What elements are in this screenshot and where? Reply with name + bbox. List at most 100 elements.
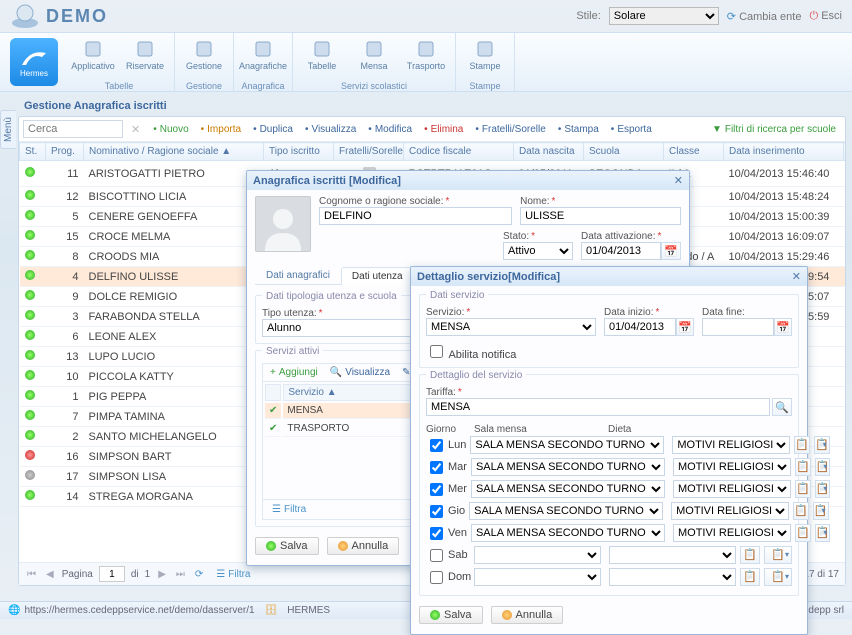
- copy-row-split-icon[interactable]: 📋: [815, 480, 831, 498]
- copy-row-split-icon[interactable]: 📋: [764, 568, 792, 586]
- col-header[interactable]: [844, 143, 846, 161]
- sala-select[interactable]: [474, 568, 601, 586]
- tariffa-lookup-icon[interactable]: 🔍: [772, 398, 792, 416]
- dieta-select[interactable]: [609, 546, 736, 564]
- copy-row-icon[interactable]: 📋: [740, 546, 760, 564]
- copy-row-icon[interactable]: 📋: [795, 524, 811, 542]
- hermes-tile[interactable]: Hermes: [10, 38, 58, 86]
- sala-select[interactable]: SALA MENSA SECONDO TURNO: [470, 436, 664, 454]
- col-header[interactable]: Tipo iscritto: [264, 143, 334, 161]
- col-header[interactable]: Classe: [664, 143, 724, 161]
- day-check[interactable]: [430, 571, 443, 584]
- ribbon-btn-mensa[interactable]: Mensa: [351, 35, 397, 71]
- sala-select[interactable]: [474, 546, 601, 564]
- sala-select[interactable]: SALA MENSA SECONDO TURNO: [471, 480, 665, 498]
- toolbar-duplica[interactable]: • Duplica: [248, 123, 298, 136]
- search-clear-icon[interactable]: ✕: [131, 123, 140, 136]
- dieta-select[interactable]: [609, 568, 736, 586]
- toolbar-nuovo[interactable]: • Nuovo: [148, 123, 193, 136]
- copy-row-icon[interactable]: 📋: [793, 502, 809, 520]
- dieta-select[interactable]: MOTIVI RELIGIOSI: [673, 458, 791, 476]
- ribbon-btn-riservate[interactable]: Riservate: [122, 35, 168, 71]
- day-check[interactable]: [430, 483, 443, 496]
- toolbar-fratelli/sorelle[interactable]: • Fratelli/Sorelle: [470, 123, 550, 136]
- copy-row-icon[interactable]: 📋: [795, 458, 811, 476]
- cognome-input[interactable]: [319, 207, 512, 225]
- pager-prev[interactable]: ◀: [44, 569, 56, 580]
- ribbon-btn-stampe[interactable]: Stampe: [462, 35, 508, 71]
- cal-icon-2[interactable]: 📅: [774, 318, 792, 336]
- exit-link[interactable]: ⏻ Esci: [809, 10, 842, 23]
- ribbon-btn-trasporto[interactable]: Trasporto: [403, 35, 449, 71]
- dieta-select[interactable]: MOTIVI RELIGIOSI: [671, 502, 789, 520]
- nome-input[interactable]: [520, 207, 681, 225]
- popup-a-cancel-btn[interactable]: Annulla: [327, 537, 400, 555]
- popup-b-cancel-btn[interactable]: Annulla: [491, 606, 564, 624]
- ribbon-btn-applicativo[interactable]: Applicativo: [70, 35, 116, 71]
- svc-filter-btn[interactable]: ☰ Filtra: [267, 503, 311, 516]
- servizio-select[interactable]: MENSA: [426, 318, 596, 336]
- pager-page-input[interactable]: [99, 566, 125, 582]
- data-att-input[interactable]: [581, 242, 661, 260]
- col-header[interactable]: Nominativo / Ragione sociale ▲: [84, 143, 264, 161]
- toolbar-esporta[interactable]: • Esporta: [606, 123, 657, 136]
- popup-a-close[interactable]: ✕: [674, 174, 683, 187]
- dieta-select[interactable]: MOTIVI RELIGIOSI: [672, 436, 790, 454]
- popup-b-save-btn[interactable]: Salva: [419, 606, 483, 624]
- data-fine-input[interactable]: [702, 318, 774, 336]
- copy-row-split-icon[interactable]: 📋: [815, 524, 831, 542]
- style-select[interactable]: Solare: [609, 7, 719, 25]
- tab-dati-anagrafici[interactable]: Dati anagrafici: [255, 266, 341, 284]
- ribbon-btn-tabelle[interactable]: Tabelle: [299, 35, 345, 71]
- copy-row-split-icon[interactable]: 📋: [814, 436, 830, 454]
- pager-refresh[interactable]: ⟳: [193, 569, 205, 580]
- pager-last[interactable]: ⏭: [174, 569, 187, 580]
- dieta-select[interactable]: MOTIVI RELIGIOSI: [673, 480, 791, 498]
- pager-filter-btn[interactable]: ☰ Filtra: [211, 568, 255, 581]
- svc-add-btn[interactable]: + Aggiungi: [265, 366, 323, 379]
- copy-row-icon[interactable]: 📋: [795, 480, 811, 498]
- day-check[interactable]: [430, 549, 443, 562]
- col-header[interactable]: Fratelli/Sorelle: [334, 143, 404, 161]
- day-check[interactable]: [430, 505, 443, 518]
- sala-select[interactable]: SALA MENSA SECONDO TURNO: [471, 524, 665, 542]
- tab-dati-utenza[interactable]: Dati utenza: [341, 267, 414, 285]
- date-picker-icon[interactable]: 📅: [661, 242, 681, 260]
- change-ente-link[interactable]: ⟳ Cambia ente: [727, 10, 802, 23]
- copy-row-icon[interactable]: 📋: [740, 568, 760, 586]
- filter-schools-btn[interactable]: ▼ Filtri di ricerca per scuole: [707, 123, 841, 136]
- pager-next[interactable]: ▶: [156, 569, 168, 580]
- data-inizio-input[interactable]: [604, 318, 676, 336]
- copy-row-icon[interactable]: 📋: [794, 436, 810, 454]
- abilita-notifica-check[interactable]: Abilita notifica: [426, 349, 516, 361]
- search-input[interactable]: [23, 120, 123, 138]
- tariffa-input[interactable]: [426, 398, 770, 416]
- col-header[interactable]: Prog.: [46, 143, 84, 161]
- col-header[interactable]: Codice fiscale: [404, 143, 514, 161]
- copy-row-split-icon[interactable]: 📋: [815, 458, 831, 476]
- toolbar-stampa[interactable]: • Stampa: [553, 123, 604, 136]
- day-check[interactable]: [430, 527, 443, 540]
- day-check[interactable]: [430, 461, 443, 474]
- toolbar-elimina[interactable]: • Elimina: [419, 123, 468, 136]
- sala-select[interactable]: SALA MENSA SECONDO TURNO: [471, 458, 665, 476]
- popup-a-save-btn[interactable]: Salva: [255, 537, 319, 555]
- toolbar-visualizza[interactable]: • Visualizza: [300, 123, 361, 136]
- col-header[interactable]: Scuola: [584, 143, 664, 161]
- ribbon-btn-anagrafiche[interactable]: Anagrafiche: [240, 35, 286, 71]
- pager-first[interactable]: ⏮: [25, 569, 38, 580]
- day-check[interactable]: [430, 439, 443, 452]
- stato-select[interactable]: Attivo: [503, 242, 573, 260]
- sala-select[interactable]: SALA MENSA SECONDO TURNO: [469, 502, 663, 520]
- copy-row-split-icon[interactable]: 📋: [813, 502, 829, 520]
- popup-b-close[interactable]: ✕: [792, 270, 801, 283]
- copy-row-split-icon[interactable]: 📋: [764, 546, 792, 564]
- col-header[interactable]: St.: [20, 143, 46, 161]
- toolbar-modifica[interactable]: • Modifica: [363, 123, 417, 136]
- cal-icon[interactable]: 📅: [676, 318, 694, 336]
- col-header[interactable]: Data nascita: [514, 143, 584, 161]
- toolbar-importa[interactable]: • Importa: [196, 123, 246, 136]
- ribbon-btn-gestione[interactable]: Gestione: [181, 35, 227, 71]
- col-header[interactable]: Data inserimento: [724, 143, 844, 161]
- dieta-select[interactable]: MOTIVI RELIGIOSI: [673, 524, 791, 542]
